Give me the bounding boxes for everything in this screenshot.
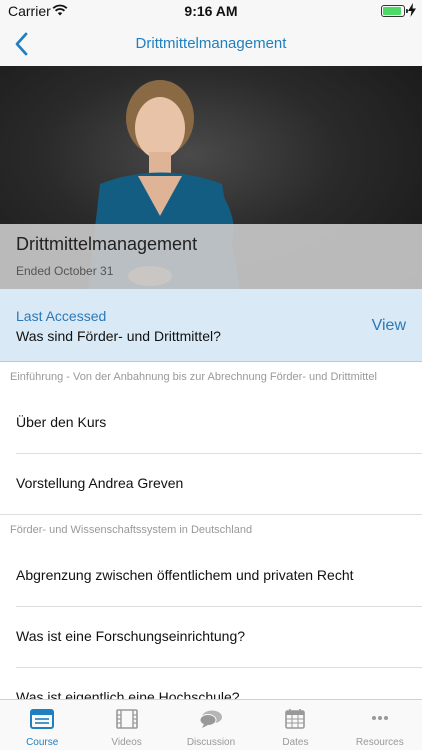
status-bar: Carrier 9:16 AM	[0, 0, 422, 22]
course-hero: Drittmittelmanagement Ended October 31	[0, 66, 422, 289]
tab-label: Discussion	[186, 737, 236, 748]
navigation-bar: Drittmittelmanagement	[0, 22, 422, 66]
view-button[interactable]: View	[372, 317, 406, 335]
list-item-label: Über den Kurs	[16, 414, 107, 430]
tab-label: Resources	[355, 737, 404, 748]
charging-bolt-icon	[408, 3, 416, 17]
last-accessed-banner[interactable]: Last Accessed Was sind Förder- und Dritt…	[0, 289, 422, 362]
list-item[interactable]: Abgrenzung zwischen öffentlichem und pri…	[0, 546, 422, 607]
tab-course[interactable]: Course	[0, 700, 84, 750]
last-accessed-label: Last Accessed	[16, 308, 107, 324]
film-icon	[115, 709, 138, 729]
status-time: 9:16 AM	[184, 3, 238, 19]
list-item-label: Was ist eine Forschungseinrichtung?	[16, 628, 246, 644]
course-status: Ended October 31	[16, 264, 114, 278]
last-accessed-item: Was sind Förder- und Drittmittel?	[16, 328, 221, 344]
more-dots-icon	[371, 716, 388, 720]
list-item[interactable]: Vorstellung Andrea Greven	[0, 454, 422, 515]
tab-label: Videos	[111, 737, 142, 748]
tab-dates[interactable]: Dates	[253, 700, 337, 750]
chat-bubbles-icon	[199, 710, 223, 728]
course-icon	[30, 709, 55, 729]
list-item-label: Vorstellung Andrea Greven	[16, 475, 184, 491]
tab-label: Course	[26, 737, 59, 748]
list-item[interactable]: Über den Kurs	[0, 393, 422, 454]
tab-videos[interactable]: Videos	[84, 700, 168, 750]
tab-label: Dates	[282, 737, 309, 748]
list-item[interactable]: Was ist eine Forschungseinrichtung?	[0, 607, 422, 668]
calendar-icon	[285, 709, 306, 729]
back-button[interactable]	[8, 30, 34, 58]
battery-icon	[381, 5, 408, 17]
list-item-label: Abgrenzung zwischen öffentlichem und pri…	[16, 567, 354, 583]
tab-resources[interactable]: Resources	[338, 700, 422, 750]
course-title: Drittmittelmanagement	[16, 234, 198, 254]
tab-bar: Course Videos Discussion Dates Resources	[0, 699, 422, 750]
section-header: Einführung - Von der Anbahnung bis zur A…	[0, 363, 422, 393]
section-header-label: Einführung - Von der Anbahnung bis zur A…	[10, 371, 377, 383]
section-header-label: Förder- und Wissenschaftssystem in Deuts…	[10, 524, 253, 536]
chevron-left-icon	[15, 32, 28, 56]
course-caption: Drittmittelmanagement Ended October 31	[0, 224, 422, 289]
tab-discussion[interactable]: Discussion	[169, 700, 253, 750]
section-header: Förder- und Wissenschaftssystem in Deuts…	[0, 516, 422, 546]
nav-title: Drittmittelmanagement	[135, 35, 287, 52]
